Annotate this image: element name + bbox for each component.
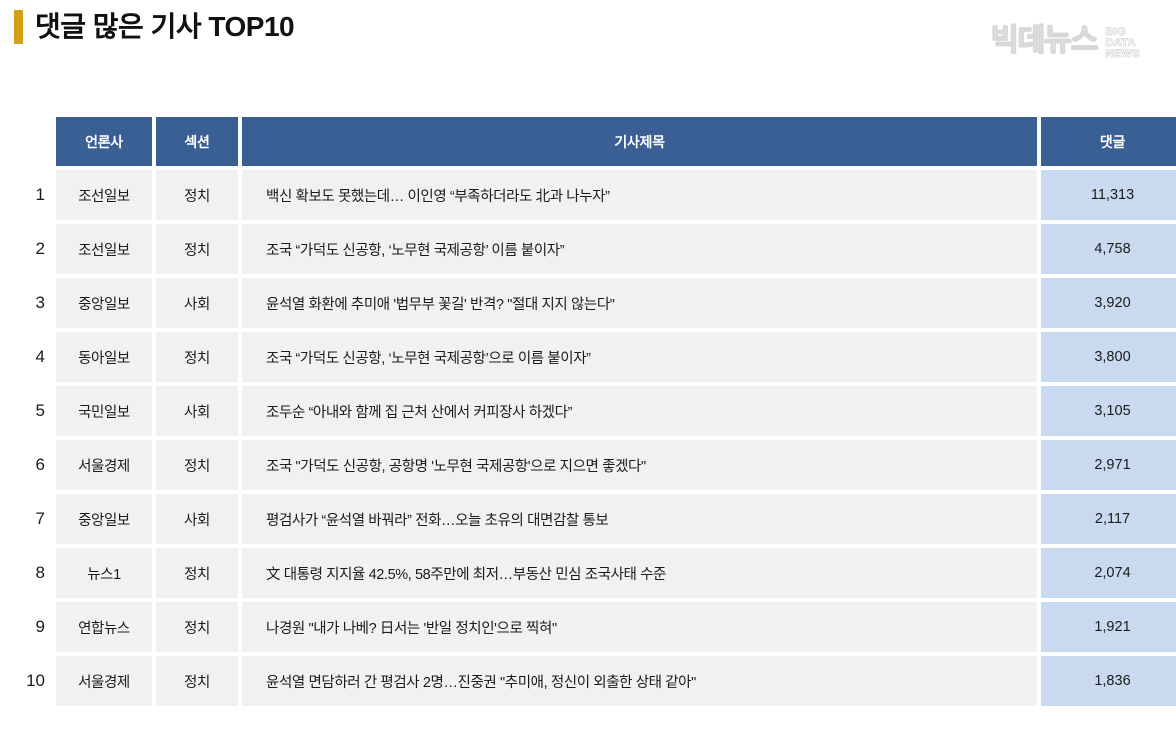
section-name: 정치 bbox=[156, 224, 238, 274]
comment-count: 1,921 bbox=[1041, 602, 1176, 652]
article-title[interactable]: 평검사가 “윤석열 바꿔라” 전화…오늘 초유의 대면감찰 통보 bbox=[242, 494, 1037, 544]
table-row[interactable]: 8 뉴스1 정치 文 대통령 지지율 42.5%, 58주만에 최저…부동산 민심 조… bbox=[4, 548, 1176, 598]
rank-number: 3 bbox=[35, 293, 45, 312]
table-row[interactable]: 5 국민일보 사회 조두순 “아내와 함께 집 근처 산에서 커피장사 하겠다” 3,1… bbox=[4, 386, 1176, 436]
comment-count: 3,800 bbox=[1041, 332, 1176, 382]
section-name: 정치 bbox=[156, 656, 238, 706]
section-name: 정치 bbox=[156, 548, 238, 598]
rank-number: 1 bbox=[35, 185, 45, 204]
table-row[interactable]: 2 조선일보 정치 조국 “가덕도 신공항, ‘노무현 국제공항’ 이름 붙이자” 4,… bbox=[4, 224, 1176, 274]
logo-subtext-line-3: NEWS bbox=[1105, 48, 1140, 61]
press-name: 조선일보 bbox=[56, 224, 152, 274]
section-name: 사회 bbox=[156, 278, 238, 328]
rank-number: 10 bbox=[26, 671, 45, 690]
article-title[interactable]: 윤석열 화환에 추미애 '법무부 꽃길' 반격? "절대 지지 않는다" bbox=[242, 278, 1037, 328]
column-header-title: 기사제목 bbox=[242, 117, 1037, 166]
table-row[interactable]: 4 동아일보 정치 조국 “가덕도 신공항, ‘노무현 국제공항’으로 이름 붙이자”… bbox=[4, 332, 1176, 382]
column-header-section: 섹션 bbox=[156, 117, 238, 166]
article-title[interactable]: 조두순 “아내와 함께 집 근처 산에서 커피장사 하겠다” bbox=[242, 386, 1037, 436]
press-name: 서울경제 bbox=[56, 656, 152, 706]
report-page: 댓글 많은 기사 TOP10 빅데뉴스 BIG DATA NEWS 언론사 섹션… bbox=[0, 0, 1176, 739]
rank-number: 7 bbox=[35, 509, 45, 528]
table-header-row: 언론사 섹션 기사제목 댓글 bbox=[4, 117, 1176, 166]
rank-number: 8 bbox=[35, 563, 45, 582]
rank-number: 9 bbox=[35, 617, 45, 636]
press-name: 중앙일보 bbox=[56, 278, 152, 328]
table-row[interactable]: 10 서울경제 정치 윤석열 면담하러 간 평검사 2명…진중권 "추미애, 정신이 … bbox=[4, 656, 1176, 706]
article-title[interactable]: 조국 “가덕도 신공항, ‘노무현 국제공항’으로 이름 붙이자” bbox=[242, 332, 1037, 382]
rank-number: 2 bbox=[35, 239, 45, 258]
article-title[interactable]: 백신 확보도 못했는데… 이인영 “부족하더라도 北과 나누자” bbox=[242, 170, 1037, 220]
comment-count: 2,074 bbox=[1041, 548, 1176, 598]
comment-count: 4,758 bbox=[1041, 224, 1176, 274]
comment-count: 3,920 bbox=[1041, 278, 1176, 328]
press-name: 서울경제 bbox=[56, 440, 152, 490]
table-row[interactable]: 3 중앙일보 사회 윤석열 화환에 추미애 '법무부 꽃길' 반격? "절대 지지 않… bbox=[4, 278, 1176, 328]
column-header-press: 언론사 bbox=[56, 117, 152, 166]
press-name: 중앙일보 bbox=[56, 494, 152, 544]
comment-count: 3,105 bbox=[1041, 386, 1176, 436]
page-header: 댓글 많은 기사 TOP10 빅데뉴스 BIG DATA NEWS bbox=[0, 0, 1176, 100]
article-title[interactable]: 나경원 "내가 나베? 日서는 '반일 정치인'으로 찍혀" bbox=[242, 602, 1037, 652]
comment-count: 2,117 bbox=[1041, 494, 1176, 544]
comment-count: 1,836 bbox=[1041, 656, 1176, 706]
title-accent-bar bbox=[14, 10, 23, 44]
table-row[interactable]: 7 중앙일보 사회 평검사가 “윤석열 바꿔라” 전화…오늘 초유의 대면감찰 통보 2… bbox=[4, 494, 1176, 544]
press-name: 국민일보 bbox=[56, 386, 152, 436]
page-title: 댓글 많은 기사 TOP10 bbox=[35, 11, 295, 42]
table-row[interactable]: 9 연합뉴스 정치 나경원 "내가 나베? 日서는 '반일 정치인'으로 찍혀" 1,9… bbox=[4, 602, 1176, 652]
ranking-table-container: 언론사 섹션 기사제목 댓글 1 조선일보 정치 백신 확보도 못했는데… 이인영 “… bbox=[0, 113, 1176, 710]
section-name: 정치 bbox=[156, 332, 238, 382]
article-title[interactable]: 윤석열 면담하러 간 평검사 2명…진중권 "추미애, 정신이 외출한 상태 같… bbox=[242, 656, 1037, 706]
table-row[interactable]: 6 서울경제 정치 조국 "가덕도 신공항, 공항명 '노무현 국제공항'으로 지으면… bbox=[4, 440, 1176, 490]
table-row[interactable]: 1 조선일보 정치 백신 확보도 못했는데… 이인영 “부족하더라도 北과 나누자” 1… bbox=[4, 170, 1176, 220]
rank-number: 4 bbox=[35, 347, 45, 366]
ranking-table: 언론사 섹션 기사제목 댓글 1 조선일보 정치 백신 확보도 못했는데… 이인영 “… bbox=[0, 113, 1176, 710]
table-body: 1 조선일보 정치 백신 확보도 못했는데… 이인영 “부족하더라도 北과 나누자” 1… bbox=[4, 170, 1176, 706]
article-title[interactable]: 조국 "가덕도 신공항, 공항명 '노무현 국제공항'으로 지으면 좋겠다" bbox=[242, 440, 1037, 490]
press-name: 연합뉴스 bbox=[56, 602, 152, 652]
title-block: 댓글 많은 기사 TOP10 bbox=[14, 10, 295, 44]
rank-number: 5 bbox=[35, 401, 45, 420]
press-name: 동아일보 bbox=[56, 332, 152, 382]
section-name: 사회 bbox=[156, 386, 238, 436]
comment-count: 2,971 bbox=[1041, 440, 1176, 490]
section-name: 정치 bbox=[156, 170, 238, 220]
column-header-rank bbox=[4, 117, 52, 166]
press-name: 뉴스1 bbox=[56, 548, 152, 598]
article-title[interactable]: 조국 “가덕도 신공항, ‘노무현 국제공항’ 이름 붙이자” bbox=[242, 224, 1037, 274]
brand-logo: 빅데뉴스 BIG DATA NEWS bbox=[990, 23, 1140, 61]
press-name: 조선일보 bbox=[56, 170, 152, 220]
column-header-count: 댓글 bbox=[1041, 117, 1176, 166]
article-title[interactable]: 文 대통령 지지율 42.5%, 58주만에 최저…부동산 민심 조국사태 수준 bbox=[242, 548, 1037, 598]
section-name: 사회 bbox=[156, 494, 238, 544]
logo-wordmark: 빅데뉴스 bbox=[990, 23, 1099, 57]
section-name: 정치 bbox=[156, 440, 238, 490]
rank-number: 6 bbox=[35, 455, 45, 474]
comment-count: 11,313 bbox=[1041, 170, 1176, 220]
section-name: 정치 bbox=[156, 602, 238, 652]
logo-subtext: BIG DATA NEWS bbox=[1105, 24, 1140, 61]
table-header: 언론사 섹션 기사제목 댓글 bbox=[4, 117, 1176, 166]
